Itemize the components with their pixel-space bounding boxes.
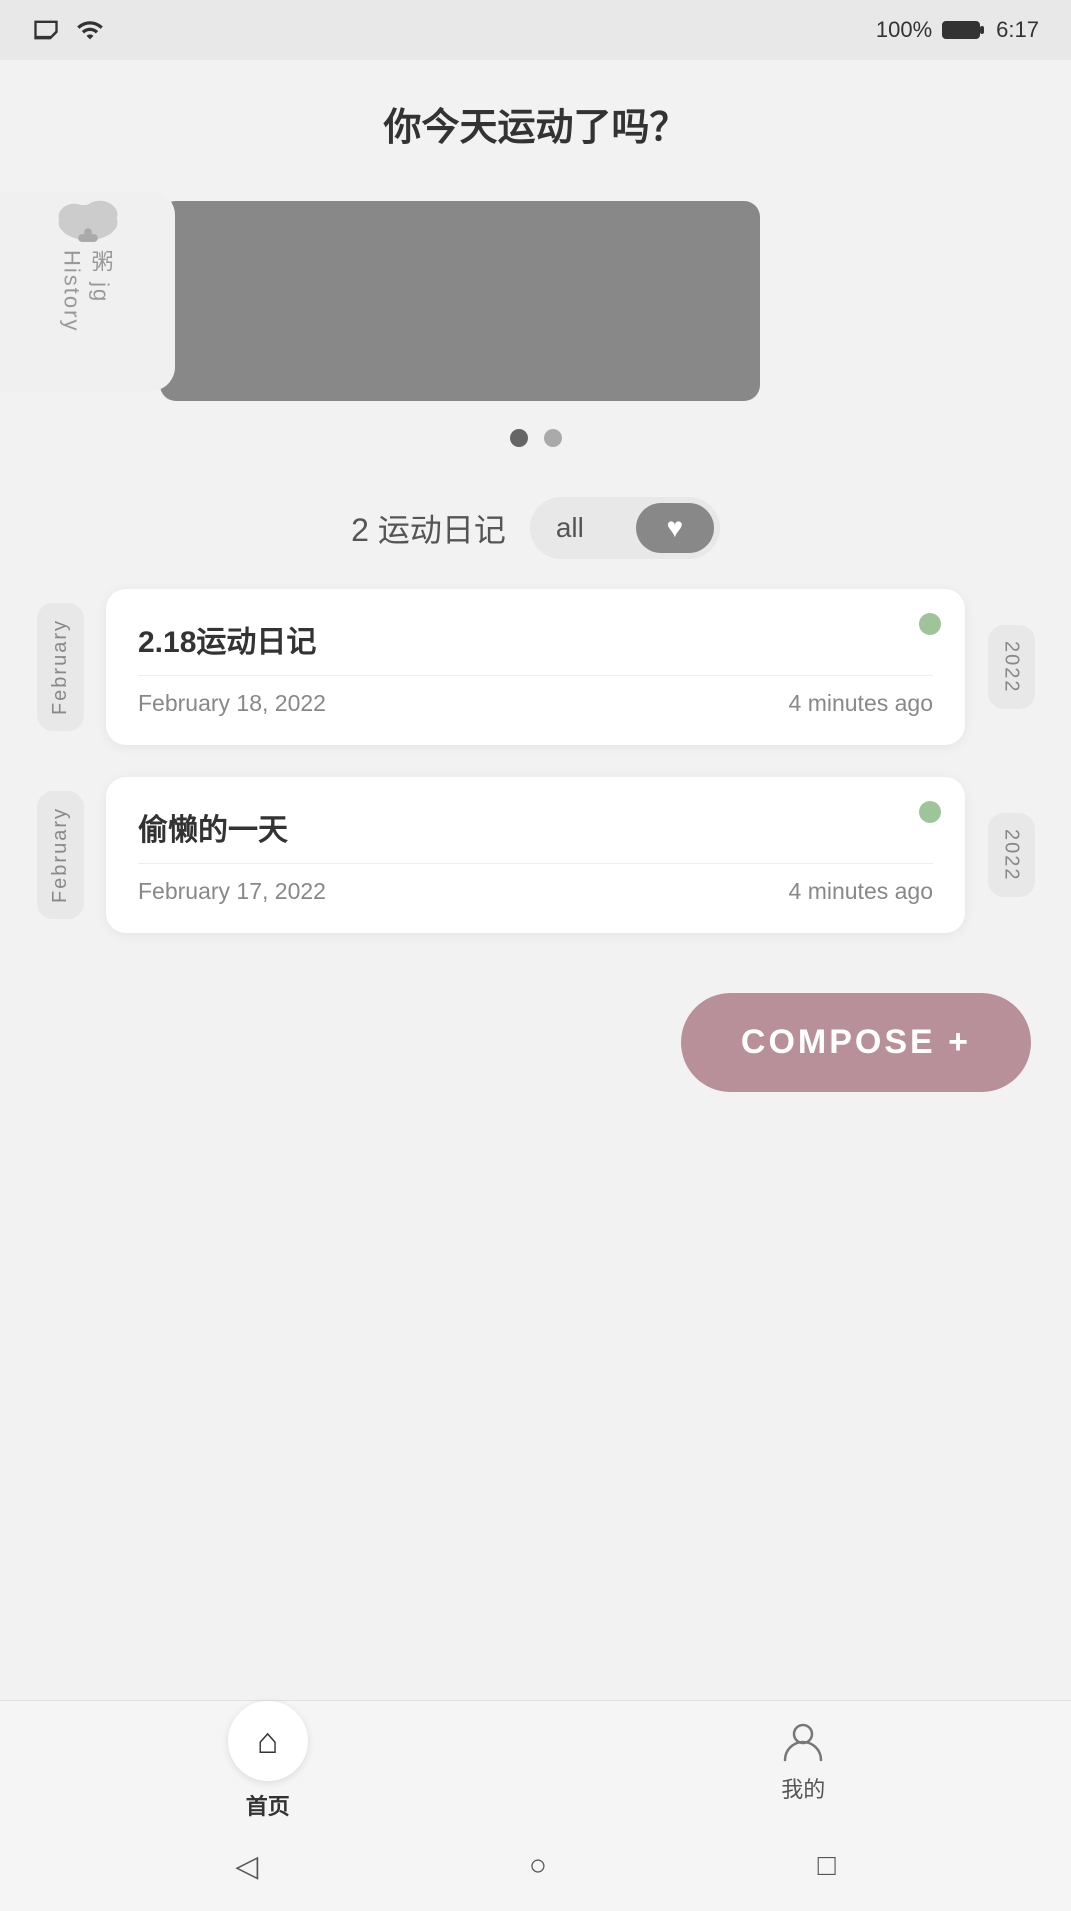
page-title: 你今天运动了吗？ — [0, 60, 1071, 171]
entry-time-2: 4 minutes ago — [789, 878, 933, 905]
nav-tab-home-label: 首页 — [246, 1789, 290, 1821]
carousel-left-card[interactable]: 粥 jg History — [0, 191, 175, 391]
filter-toggle[interactable]: all ♥ — [530, 497, 720, 559]
entry-year-right-2: 2022 — [981, 777, 1041, 933]
entry-card-2[interactable]: 偷懒的一天 February 17, 2022 4 minutes ago — [106, 777, 965, 933]
filter-all-label[interactable]: all — [538, 512, 602, 544]
entry-date-1: February 18, 2022 — [138, 690, 326, 717]
carousel-dot-1[interactable] — [510, 429, 528, 447]
filter-count: 2 运动日记 — [351, 505, 506, 551]
entry-time-1: 4 minutes ago — [789, 690, 933, 717]
journal-entry: February 2.18运动日记 February 18, 2022 4 mi… — [30, 589, 1041, 745]
entry-month-label-1: February — [37, 603, 84, 731]
entry-title-1: 2.18运动日记 — [138, 617, 933, 676]
carousel-left-label: 粥 jg History — [59, 250, 117, 391]
entry-date-2: February 17, 2022 — [138, 878, 326, 905]
nav-tab-profile[interactable]: 我的 — [536, 1701, 1071, 1821]
profile-icon — [780, 1718, 826, 1764]
bottom-nav: ⌂ 首页 我的 ◁ ○ □ — [0, 1700, 1071, 1911]
carousel-dots — [0, 429, 1071, 447]
entry-meta-1: February 18, 2022 4 minutes ago — [138, 690, 933, 717]
nav-tabs: ⌂ 首页 我的 — [0, 1701, 1071, 1821]
system-nav: ◁ ○ □ — [0, 1821, 1071, 1911]
status-time: 6:17 — [996, 17, 1039, 43]
filter-row: 2 运动日记 all ♥ — [0, 497, 1071, 559]
home-button[interactable]: ○ — [529, 1849, 547, 1883]
battery-percent: 100% — [876, 17, 932, 43]
entry-card-1[interactable]: 2.18运动日记 February 18, 2022 4 minutes ago — [106, 589, 965, 745]
entry-month-label-2: February — [37, 791, 84, 919]
heart-icon: ♥ — [667, 512, 684, 544]
nav-tab-home-inner: ⌂ — [228, 1701, 308, 1781]
back-button[interactable]: ◁ — [235, 1849, 258, 1884]
wifi-icon — [74, 16, 106, 44]
nav-tab-home[interactable]: ⌂ 首页 — [0, 1701, 536, 1821]
battery-icon — [942, 18, 986, 42]
entry-month-left-1: February — [30, 589, 90, 745]
journal-list: February 2.18运动日记 February 18, 2022 4 mi… — [0, 589, 1071, 933]
entry-title-2: 偷懒的一天 — [138, 805, 933, 864]
carousel-area: 粥 jg History — [0, 171, 1071, 487]
cloud-icon — [52, 191, 124, 242]
entry-year-right-1: 2022 — [981, 589, 1041, 745]
carousel-dot-2[interactable] — [544, 429, 562, 447]
filter-heart-toggle[interactable]: ♥ — [636, 503, 714, 553]
compose-button[interactable]: COMPOSE + — [681, 993, 1031, 1092]
entry-indicator-1 — [919, 613, 941, 635]
status-bar: 100% 6:17 — [0, 0, 1071, 60]
status-left — [32, 16, 106, 44]
entry-year-label-2: 2022 — [988, 813, 1035, 898]
recent-button[interactable]: □ — [818, 1849, 836, 1883]
compose-area: COMPOSE + — [0, 933, 1071, 1122]
journal-entry-2: February 偷懒的一天 February 17, 2022 4 minut… — [30, 777, 1041, 933]
nav-tab-profile-label: 我的 — [781, 1772, 825, 1804]
home-icon: ⌂ — [257, 1720, 279, 1762]
carousel-inner: 粥 jg History — [0, 191, 1071, 411]
carousel-main-card[interactable] — [160, 201, 760, 401]
entry-year-label-1: 2022 — [988, 625, 1035, 710]
status-right: 100% 6:17 — [876, 17, 1039, 43]
sim-icon — [32, 16, 60, 44]
entry-indicator-2 — [919, 801, 941, 823]
entry-month-left-2: February — [30, 777, 90, 933]
entry-meta-2: February 17, 2022 4 minutes ago — [138, 878, 933, 905]
